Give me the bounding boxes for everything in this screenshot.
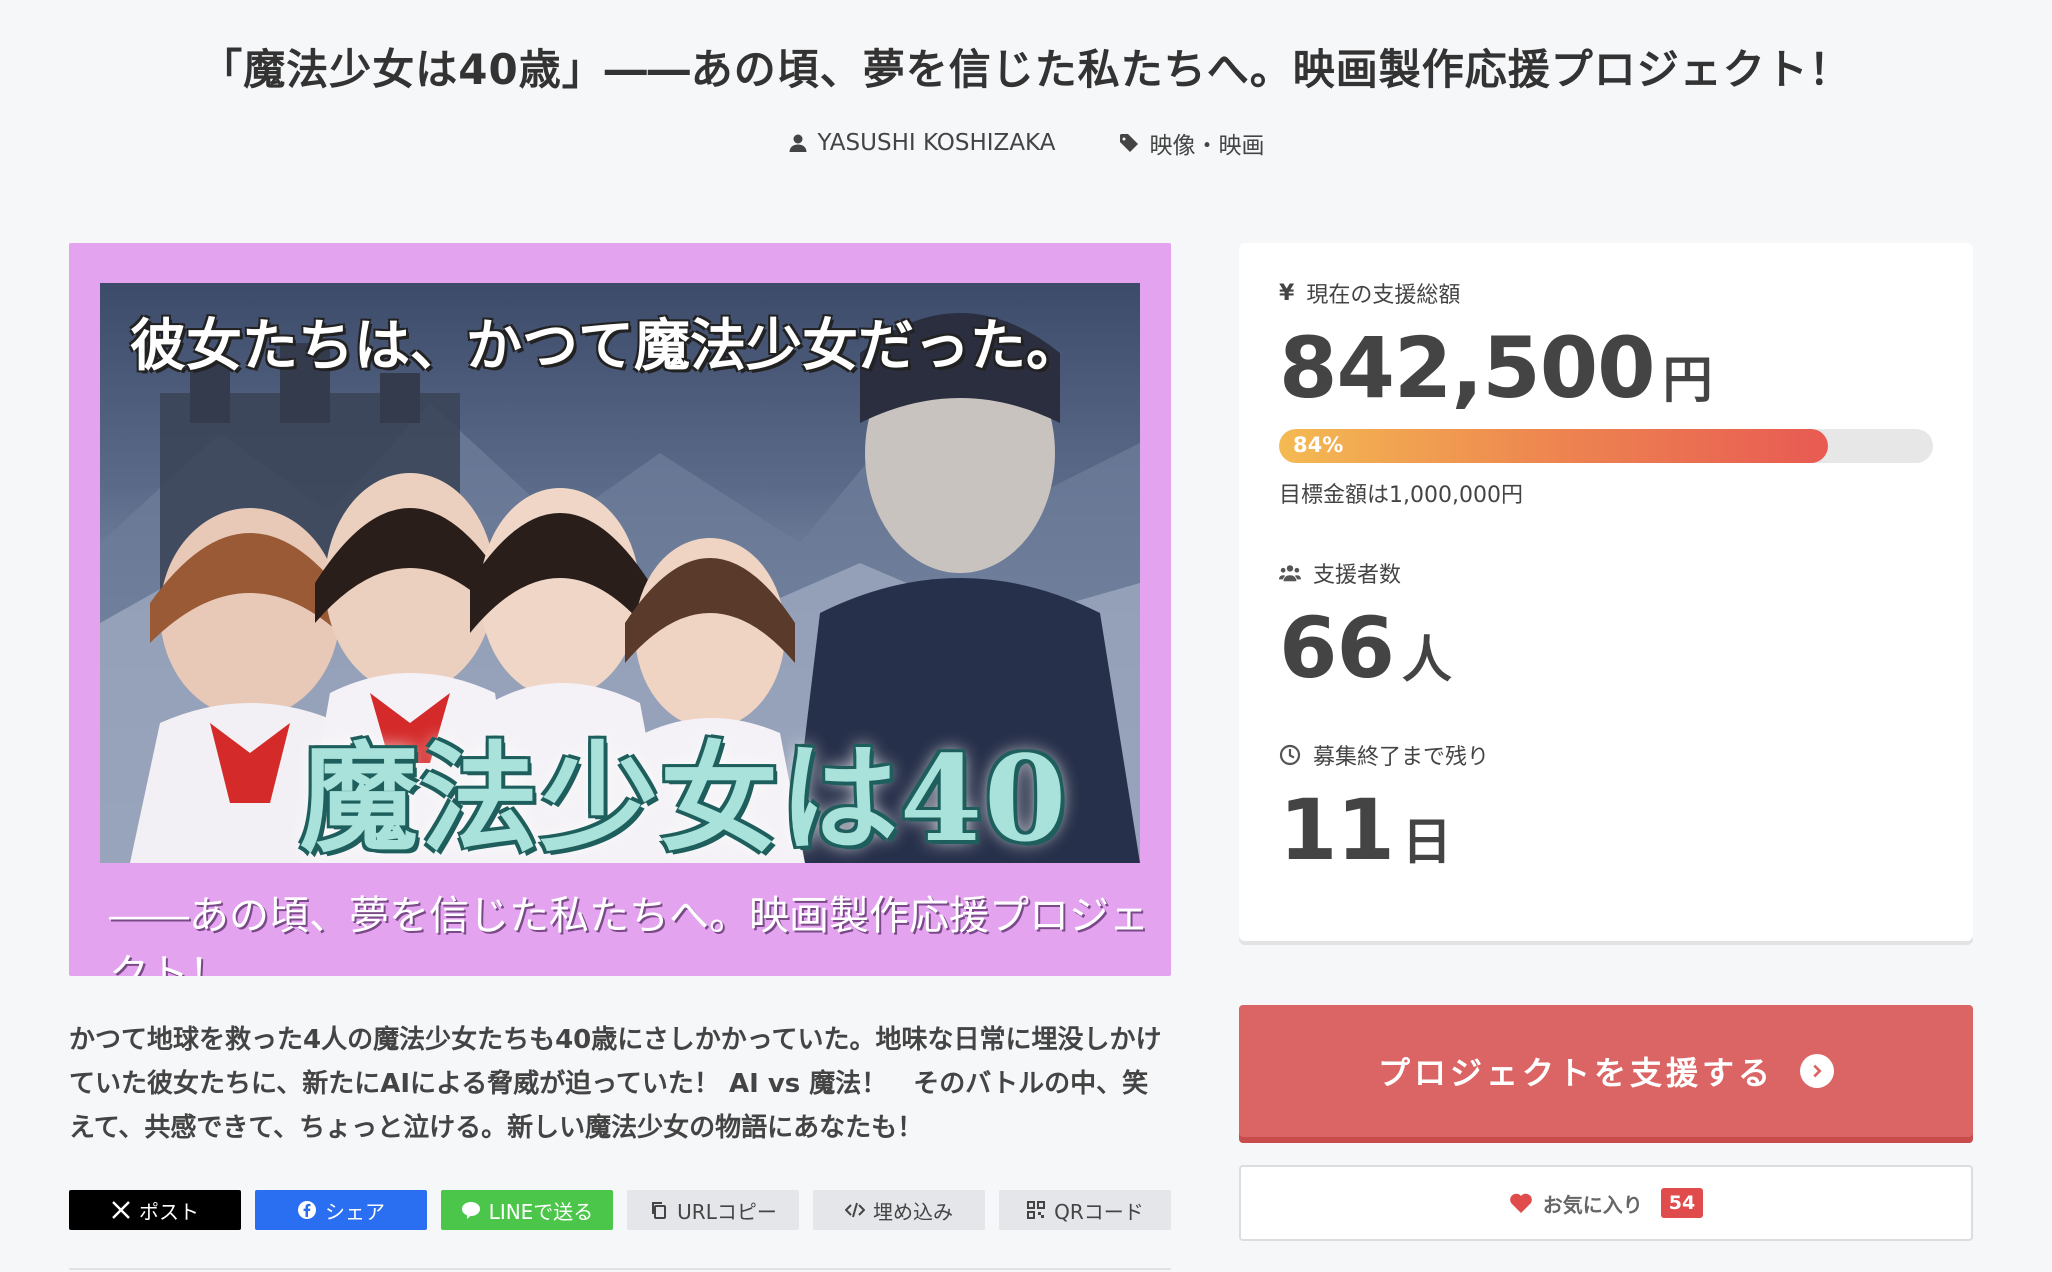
progress-fill [1279, 429, 1829, 463]
clock-icon [1279, 744, 1301, 766]
supporters-unit: 人 [1401, 631, 1452, 689]
url-copy-label: URLコピー [677, 1199, 777, 1224]
qr-icon [1027, 1201, 1046, 1219]
favorite-button[interactable]: お気に入り 54 [1239, 1165, 1973, 1241]
supporters-label: 支援者数 [1279, 557, 1933, 589]
currency-unit: 円 [1662, 351, 1713, 409]
progress-percent: 84% [1293, 433, 1344, 457]
author-link[interactable]: YASUSHI KOSHIZAKA [788, 126, 1056, 160]
total-amount: 842,500 円 [1279, 319, 1933, 417]
yen-icon: ¥ [1279, 280, 1295, 306]
category-link[interactable]: 映像・映画 [1119, 126, 1264, 160]
share-line-label: LINEで送る [488, 1199, 594, 1224]
share-facebook-button[interactable]: シェア [255, 1190, 427, 1230]
heart-icon [1509, 1193, 1532, 1213]
share-line-button[interactable]: LINEで送る [441, 1190, 613, 1230]
total-amount-value: 842,500 [1279, 319, 1656, 417]
qr-code-label: QRコード [1054, 1199, 1144, 1224]
progress-bar: 84% [1279, 429, 1933, 463]
x-logo-icon [112, 1201, 130, 1219]
url-copy-button[interactable]: URLコピー [627, 1190, 799, 1230]
category-name: 映像・映画 [1149, 133, 1265, 159]
copy-icon [652, 1202, 667, 1219]
embed-label: 埋め込み [873, 1199, 953, 1224]
share-x-label: ポスト [139, 1199, 199, 1224]
remaining-value: 11 [1279, 781, 1395, 879]
remaining-label: 募集終了まで残り [1279, 739, 1933, 771]
chevron-right-icon [1800, 1054, 1834, 1088]
total-label-text: 現在の支援総額 [1306, 283, 1461, 308]
total-label: ¥ 現在の支援総額 [1279, 277, 1933, 309]
share-facebook-label: シェア [325, 1199, 385, 1224]
share-x-button[interactable]: ポスト [69, 1190, 241, 1230]
hero-image: 彼女たちは、かつて魔法少女だった。 魔法少女は40歳 ――あの頃、夢を信じた私た… [69, 243, 1171, 976]
hero-headline: 彼女たちは、かつて魔法少女だった。 [130, 313, 1082, 379]
support-project-button[interactable]: プロジェクトを支援する [1239, 1005, 1973, 1137]
code-icon [845, 1202, 865, 1218]
remaining-unit: 日 [1401, 813, 1452, 871]
supporters-count: 66 人 [1279, 599, 1933, 697]
hero-tagline: ――あの頃、夢を信じた私たちへ。映画製作応援プロジェクト！ [109, 893, 1149, 976]
users-icon [1279, 565, 1301, 582]
author-name: YASUSHI KOSHIZAKA [817, 130, 1056, 156]
hero-logo: 魔法少女は40歳 [300, 729, 1069, 863]
remaining-days: 11 日 [1279, 781, 1933, 879]
embed-button[interactable]: 埋め込み [813, 1190, 985, 1230]
project-meta: YASUSHI KOSHIZAKA 映像・映画 [0, 126, 2052, 160]
divider [69, 1268, 1171, 1270]
hero-photo: 彼女たちは、かつて魔法少女だった。 魔法少女は40歳 [100, 283, 1140, 863]
supporters-label-text: 支援者数 [1313, 563, 1402, 588]
support-project-label: プロジェクトを支援する [1377, 1054, 1774, 1092]
line-icon [461, 1202, 480, 1219]
share-buttons: ポスト シェア LINEで送る URLコピー 埋め込み QRコード [69, 1190, 1171, 1230]
supporters-value: 66 [1279, 599, 1395, 697]
user-icon [789, 134, 807, 152]
favorite-count-badge: 54 [1660, 1188, 1704, 1218]
tag-icon [1120, 134, 1139, 152]
facebook-icon [298, 1201, 316, 1219]
remaining-label-text: 募集終了まで残り [1313, 745, 1490, 770]
qr-code-button[interactable]: QRコード [999, 1190, 1171, 1230]
goal-amount: 目標金額は1,000,000円 [1279, 483, 1523, 508]
favorite-label: お気に入り [1542, 1192, 1643, 1217]
page-title: 「魔法少女は40歳」――あの頃、夢を信じた私たちへ。映画製作応援プロジェクト！ [200, 45, 1852, 94]
project-description: かつて地球を救った4人の魔法少女たちも40歳にさしかかっていた。地味な日常に埋没… [69, 1025, 1162, 1143]
stats-card: ¥ 現在の支援総額 842,500 円 84% 目標金額は1,000,000円 … [1239, 243, 1973, 941]
